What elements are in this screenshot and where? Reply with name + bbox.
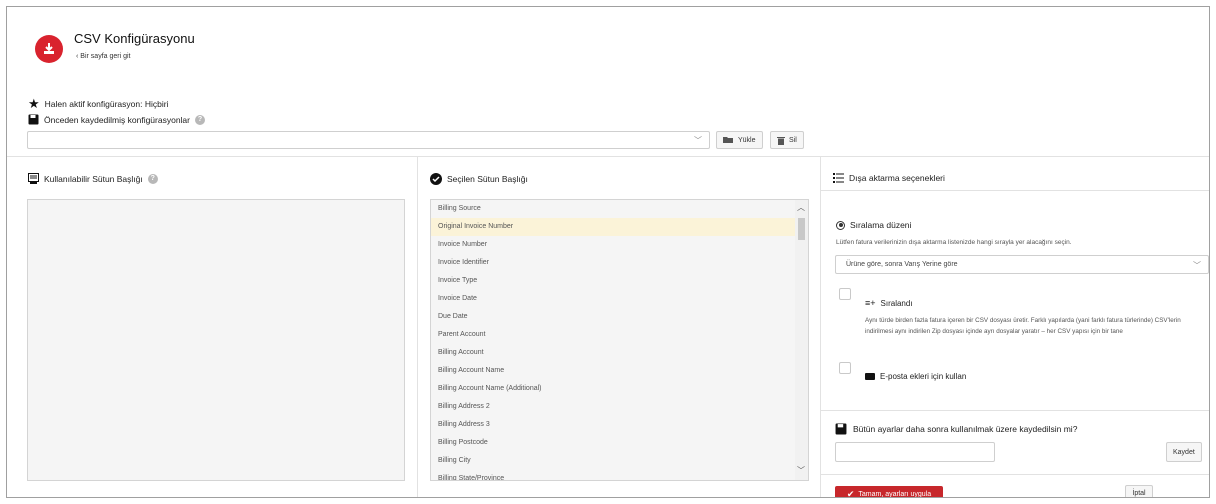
- chevron-down-icon: ﹀: [1193, 261, 1201, 270]
- available-columns-header: Kullanılabilir Sütun Başlığı ?: [28, 173, 158, 184]
- available-columns-title: Kullanılabilir Sütun Başlığı: [44, 173, 143, 184]
- sorted-label: Sıralandı: [880, 298, 913, 308]
- sorted-checkbox[interactable]: [839, 288, 851, 300]
- selected-columns-title: Seçilen Sütun Başlığı: [447, 174, 528, 184]
- sort-order-description: Lütfen fatura verilerinizin dışa aktarma…: [836, 239, 1072, 246]
- chevron-down-icon: ﹀: [694, 136, 702, 145]
- saved-configs-header: Önceden kaydedilmiş konfigürasyonlar ?: [28, 114, 205, 125]
- email-attachments-label: E-posta ekleri için kullan: [880, 372, 967, 381]
- export-options-header: Dışa aktarma seçenekleri: [833, 173, 945, 183]
- delete-button-label: Sil: [789, 136, 797, 144]
- load-button-label: Yükle: [738, 136, 756, 144]
- export-options-title: Dışa aktarma seçenekleri: [849, 173, 945, 183]
- list-item[interactable]: Due Date: [431, 308, 795, 326]
- star-icon: ★: [28, 96, 40, 111]
- save-settings-header: Bütün ayarlar daha sonra kullanılmak üze…: [835, 423, 1077, 435]
- list-icon: [833, 173, 844, 183]
- config-name-input[interactable]: [835, 442, 995, 462]
- list-item[interactable]: Invoice Number: [431, 236, 795, 254]
- save-button[interactable]: Kaydet: [1166, 442, 1202, 462]
- sort-order-value: Ürüne göre, sonra Varış Yerine göre: [846, 261, 958, 268]
- checkmark-icon: ✔: [846, 489, 855, 498]
- download-app-icon: [35, 35, 63, 63]
- section-divider: [821, 410, 1209, 411]
- list-box-icon: [28, 173, 39, 184]
- column-divider: [417, 157, 418, 497]
- saved-config-select[interactable]: ﹀: [27, 131, 710, 149]
- email-attachments-option: E-posta ekleri için kullan: [865, 372, 966, 381]
- sort-order-title: Sıralama düzeni: [850, 220, 912, 230]
- cancel-button[interactable]: İptal: [1125, 485, 1153, 497]
- save-settings-title: Bütün ayarlar daha sonra kullanılmak üze…: [853, 424, 1078, 434]
- saved-configs-label: Önceden kaydedilmiş konfigürasyonlar: [44, 114, 190, 125]
- scroll-thumb[interactable]: [798, 218, 805, 240]
- section-divider: [821, 474, 1209, 475]
- apply-settings-label: Tamam, ayarları uygula: [858, 491, 932, 498]
- list-scrollbar[interactable]: ︿ ﹀: [795, 200, 808, 480]
- available-columns-list[interactable]: [27, 199, 405, 481]
- list-item[interactable]: Billing State/Province: [431, 470, 795, 480]
- scroll-down-icon[interactable]: ﹀: [797, 465, 805, 476]
- list-item[interactable]: Billing Account Name: [431, 362, 795, 380]
- sort-order-select[interactable]: Ürüne göre, sonra Varış Yerine göre ﹀: [835, 255, 1209, 274]
- active-config-label: Halen aktif konfigürasyon: Hiçbiri: [44, 99, 169, 109]
- back-link[interactable]: ‹ Bir sayfa geri git: [76, 53, 130, 60]
- page-title: CSV Konfigürasyonu: [74, 31, 195, 46]
- csv-config-dialog: CSV Konfigürasyonu ‹ Bir sayfa geri git …: [6, 6, 1210, 498]
- save-button-label: Kaydet: [1173, 448, 1195, 456]
- cancel-button-label: İptal: [1132, 490, 1146, 497]
- section-divider: [821, 190, 1209, 191]
- apply-settings-button[interactable]: ✔ Tamam, ayarları uygula: [835, 486, 943, 498]
- column-divider: [820, 157, 821, 497]
- list-item[interactable]: Billing Postcode: [431, 434, 795, 452]
- list-item[interactable]: Parent Account: [431, 326, 795, 344]
- section-divider: [7, 156, 1209, 157]
- list-item[interactable]: Billing Account Name (Additional): [431, 380, 795, 398]
- floppy-disk-icon: [835, 423, 847, 435]
- list-item[interactable]: Invoice Identifier: [431, 254, 795, 272]
- floppy-disk-icon: [28, 114, 39, 125]
- sorted-option: ≡+ Sıralandı: [865, 298, 913, 308]
- envelope-icon: [865, 373, 875, 380]
- chevron-left-icon: ‹: [76, 53, 79, 60]
- folder-open-icon: [723, 137, 733, 143]
- scroll-up-icon[interactable]: ︿: [797, 202, 805, 213]
- selected-columns-header: Seçilen Sütun Başlığı: [430, 173, 528, 185]
- check-circle-icon: [430, 173, 442, 185]
- selected-items-container: Billing Source Original Invoice Number Inv…: [431, 200, 808, 480]
- list-item[interactable]: Billing City: [431, 452, 795, 470]
- list-item[interactable]: Billing Account: [431, 344, 795, 362]
- radio-selected-icon[interactable]: [836, 220, 845, 230]
- list-item[interactable]: Original Invoice Number: [431, 218, 795, 236]
- back-link-label: Bir sayfa geri git: [80, 53, 131, 60]
- sorted-description: Aynı türde birden fazla fatura içeren bi…: [865, 317, 1181, 335]
- help-icon[interactable]: ?: [195, 114, 205, 125]
- list-item[interactable]: Invoice Date: [431, 290, 795, 308]
- list-item[interactable]: Billing Address 2: [431, 398, 795, 416]
- list-item[interactable]: Billing Address 3: [431, 416, 795, 434]
- trash-icon: [777, 136, 785, 145]
- list-item[interactable]: Invoice Type: [431, 272, 795, 290]
- selected-columns-list[interactable]: Billing Source Original Invoice Number Inv…: [430, 199, 809, 481]
- list-item[interactable]: Billing Source: [431, 200, 795, 218]
- sort-plus-icon: ≡+: [865, 298, 876, 308]
- sort-order-header: Sıralama düzeni: [836, 220, 911, 230]
- help-icon[interactable]: ?: [147, 173, 158, 184]
- email-attachments-checkbox[interactable]: [839, 362, 851, 374]
- load-button[interactable]: Yükle: [716, 131, 763, 149]
- delete-button[interactable]: Sil: [770, 131, 804, 149]
- active-config-status: ★ Halen aktif konfigürasyon: Hiçbiri: [28, 96, 168, 112]
